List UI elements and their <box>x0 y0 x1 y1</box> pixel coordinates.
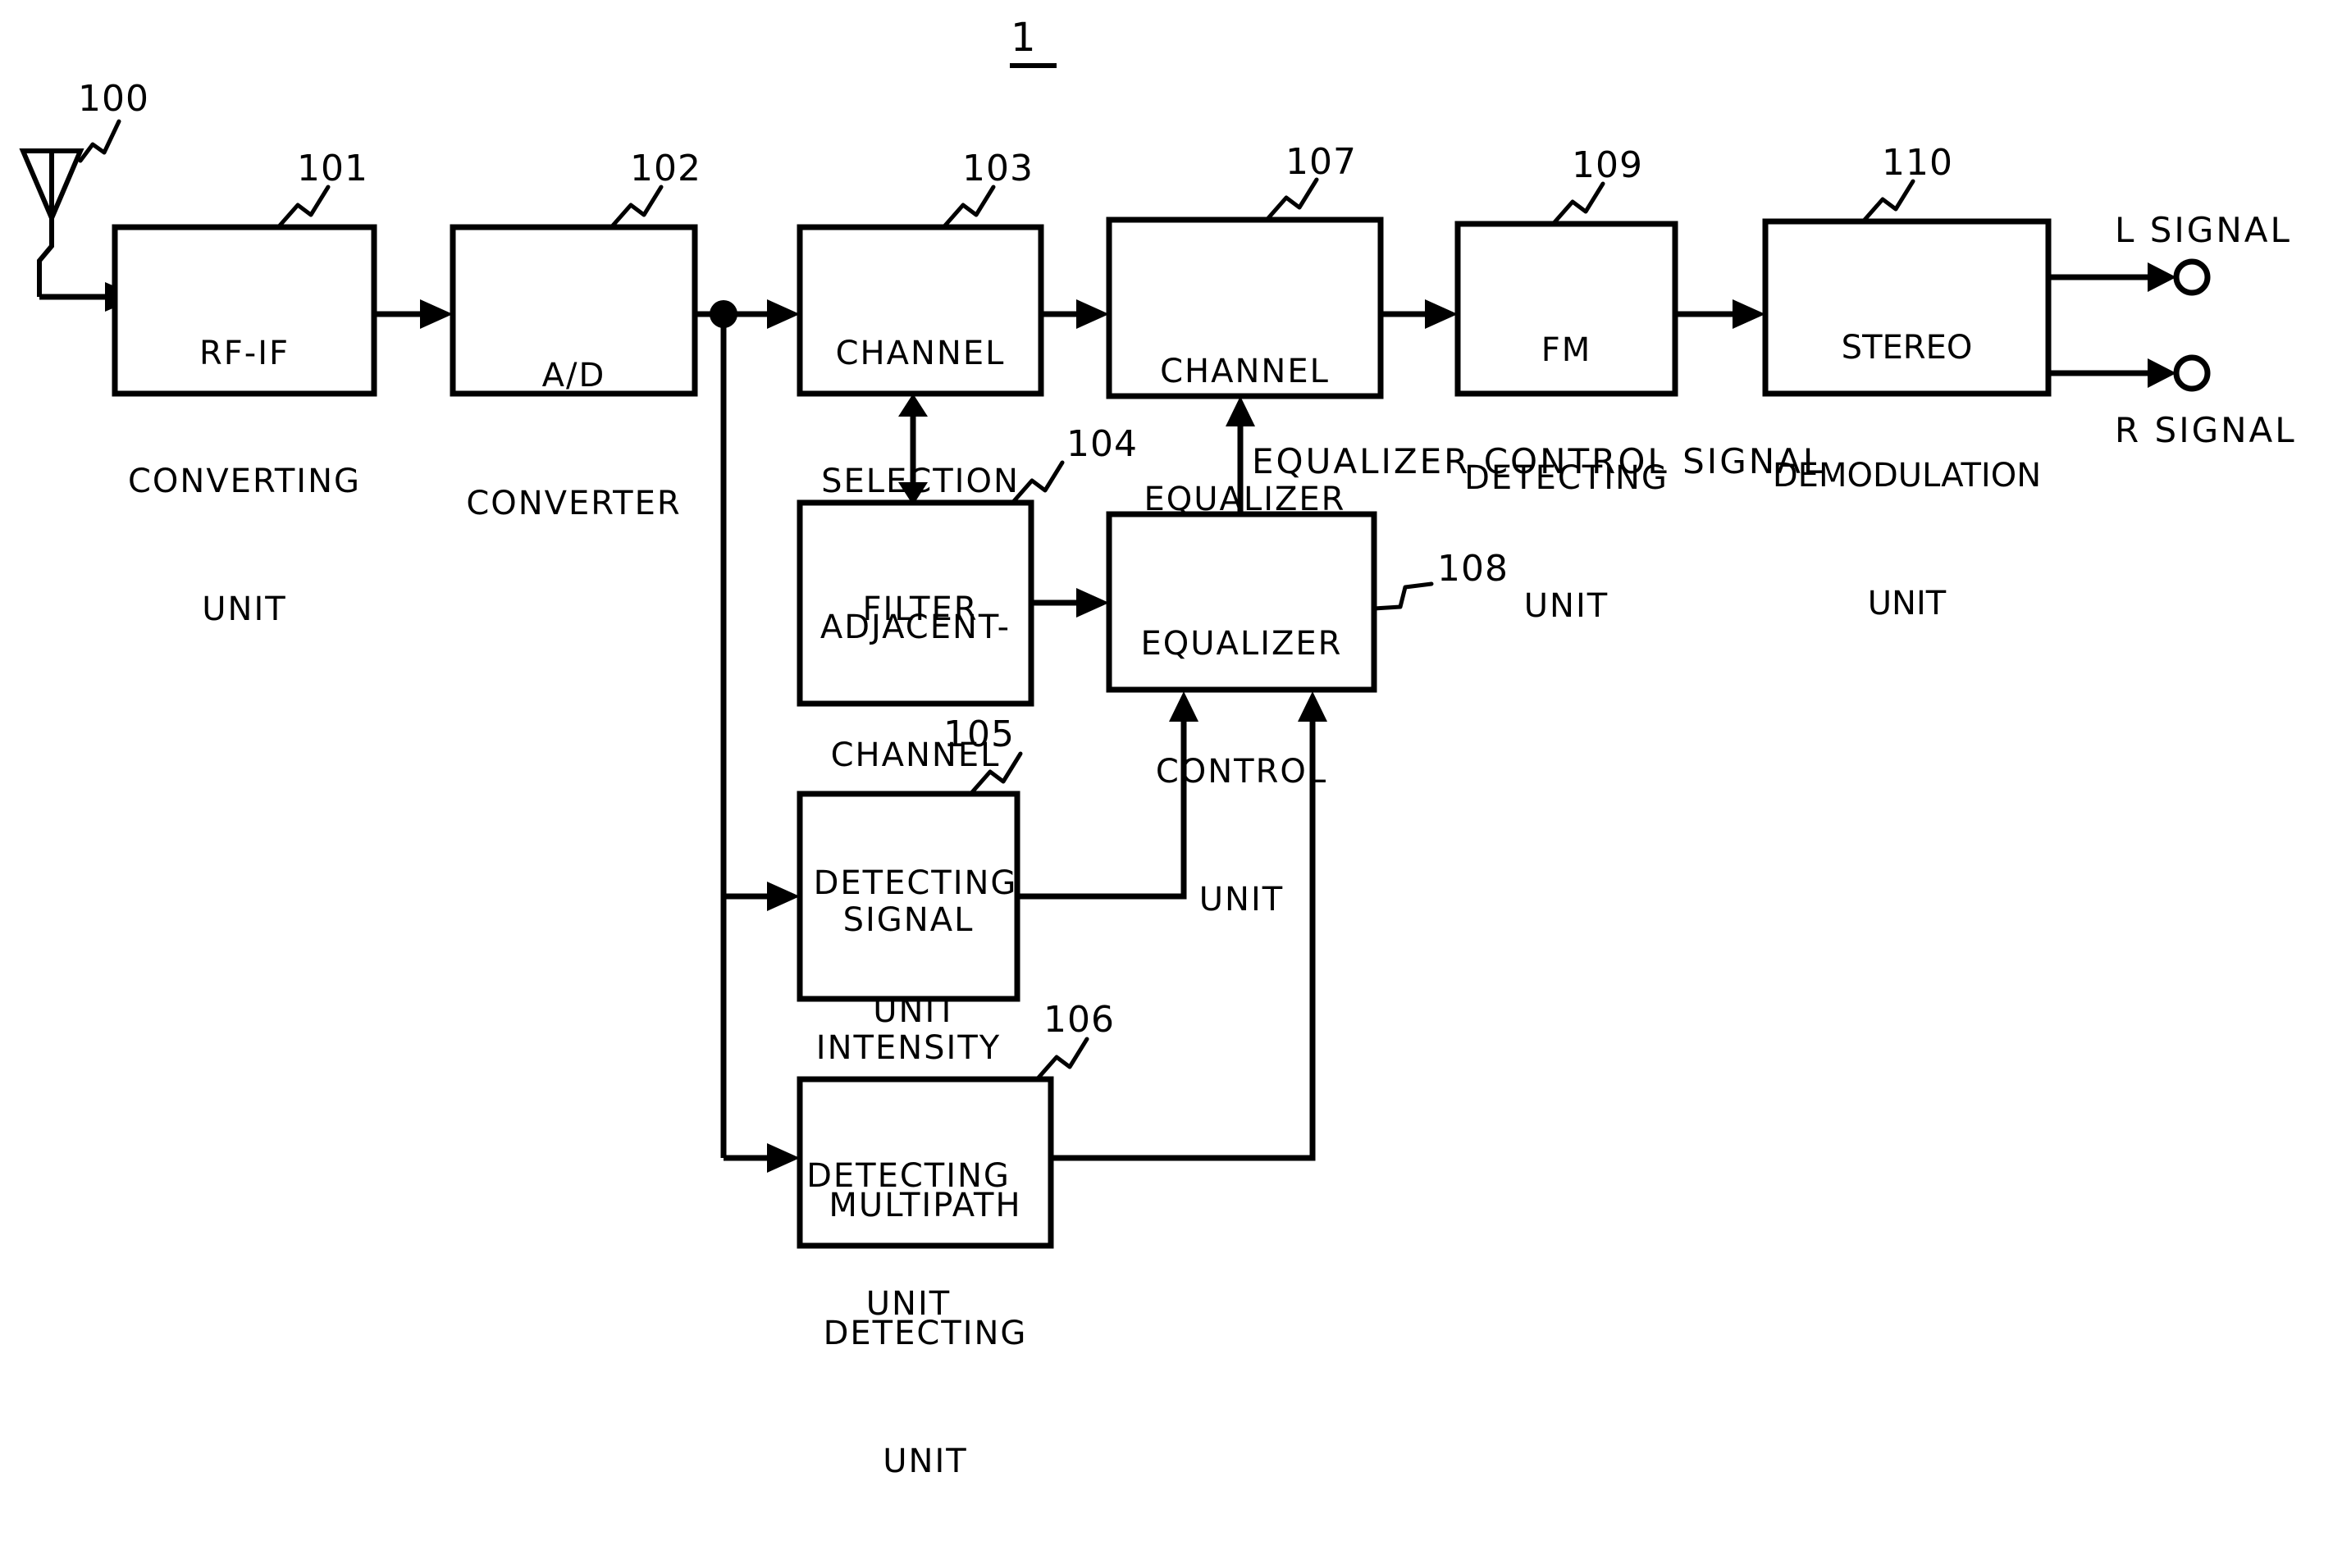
ref-num-103: 103 <box>962 148 1034 189</box>
ref-num-109: 109 <box>1572 144 1643 186</box>
ref-num-106: 106 <box>1043 999 1115 1041</box>
block-label-line: UNIT <box>1198 881 1285 918</box>
block-label-line: EQUALIZER <box>1144 481 1346 518</box>
block-label-line: CHANNEL <box>835 335 1006 372</box>
block-label-line: CHANNEL <box>830 736 1001 774</box>
arrowhead-r-signal <box>2148 358 2176 388</box>
arrowhead-chsel-to-cheq <box>1076 299 1109 329</box>
arrowhead-fmdet-to-stereo <box>1733 299 1765 329</box>
leader-line-102 <box>610 185 664 228</box>
block-label-line: STEREO <box>1841 329 1973 367</box>
arrowhead-adjch-to-eqctrl <box>1076 588 1109 618</box>
terminal-circle-l-signal <box>2173 258 2211 296</box>
ref-num-110: 110 <box>1882 142 1953 184</box>
arrowhead-bus-to-multipath <box>767 1143 800 1173</box>
block-label-line: CONTROL <box>1155 753 1328 791</box>
block-label-rf-if-converting-unit: RF-IF CONVERTING UNIT <box>115 247 374 716</box>
equalizer-control-signal-label: EQUALIZER CONTROL SIGNAL <box>1252 441 1825 481</box>
leader-line-108 <box>1372 581 1434 611</box>
leader-line-100 <box>78 119 121 163</box>
leader-line-103 <box>943 185 996 228</box>
arrowhead-ad-to-chsel <box>767 299 800 329</box>
block-label-line: SIGNAL <box>842 901 975 939</box>
leader-line-106 <box>1036 1037 1089 1080</box>
block-label-line: UNIT <box>1523 587 1609 625</box>
leader-line-107 <box>1266 177 1319 221</box>
block-label-equalizer-control-unit: EQUALIZER CONTROL UNIT <box>1109 537 1374 1006</box>
arrowhead-l-signal <box>2148 262 2176 292</box>
r-signal-label: R SIGNAL <box>2115 410 2297 450</box>
block-label-line: CONVERTER <box>466 485 682 522</box>
antenna-mast <box>37 218 54 297</box>
block-label-line: INTENSITY <box>815 1029 1002 1067</box>
block-label-line: MULTIPATH <box>829 1187 1022 1224</box>
block-label-line: UNIT <box>883 1443 968 1480</box>
block-label-line: SELECTION <box>821 463 1020 500</box>
ref-num-102: 102 <box>630 148 701 189</box>
arrowhead-rfif-to-ad <box>420 299 453 329</box>
leader-line-110 <box>1862 179 1915 222</box>
arrowhead-bus-to-signal-intensity <box>767 882 800 911</box>
block-label-line: CONVERTING <box>127 463 361 500</box>
block-label-line: RF-IF <box>199 335 290 372</box>
ref-num-101: 101 <box>297 148 368 189</box>
leader-line-101 <box>277 185 331 228</box>
block-label-line: A/D <box>541 357 606 394</box>
block-label-line: FM <box>1541 331 1592 369</box>
patent-figure-canvas: 1 100 101 102 103 104 105 106 107 108 10… <box>0 0 2333 1480</box>
block-label-line: UNIT <box>1867 585 1947 622</box>
block-label-line: ADJACENT- <box>820 609 1011 646</box>
l-signal-label: L SIGNAL <box>2115 210 2292 250</box>
block-label-ad-converter: A/D CONVERTER <box>453 269 695 610</box>
leader-line-109 <box>1552 181 1605 225</box>
block-label-line: EQUALIZER <box>1140 625 1343 663</box>
block-label-line: UNIT <box>202 590 287 628</box>
ref-num-107: 107 <box>1285 141 1357 183</box>
arrowhead-cheq-to-fmdet <box>1425 299 1458 329</box>
terminal-circle-r-signal <box>2173 354 2211 392</box>
block-label-multipath-detecting-unit: MULTIPATH DETECTING UNIT <box>800 1099 1051 1568</box>
figure-number: 1 <box>1011 15 1037 61</box>
block-label-line: CHANNEL <box>1160 353 1330 390</box>
ref-num-100: 100 <box>78 78 149 120</box>
block-label-line: DETECTING <box>823 1315 1028 1352</box>
